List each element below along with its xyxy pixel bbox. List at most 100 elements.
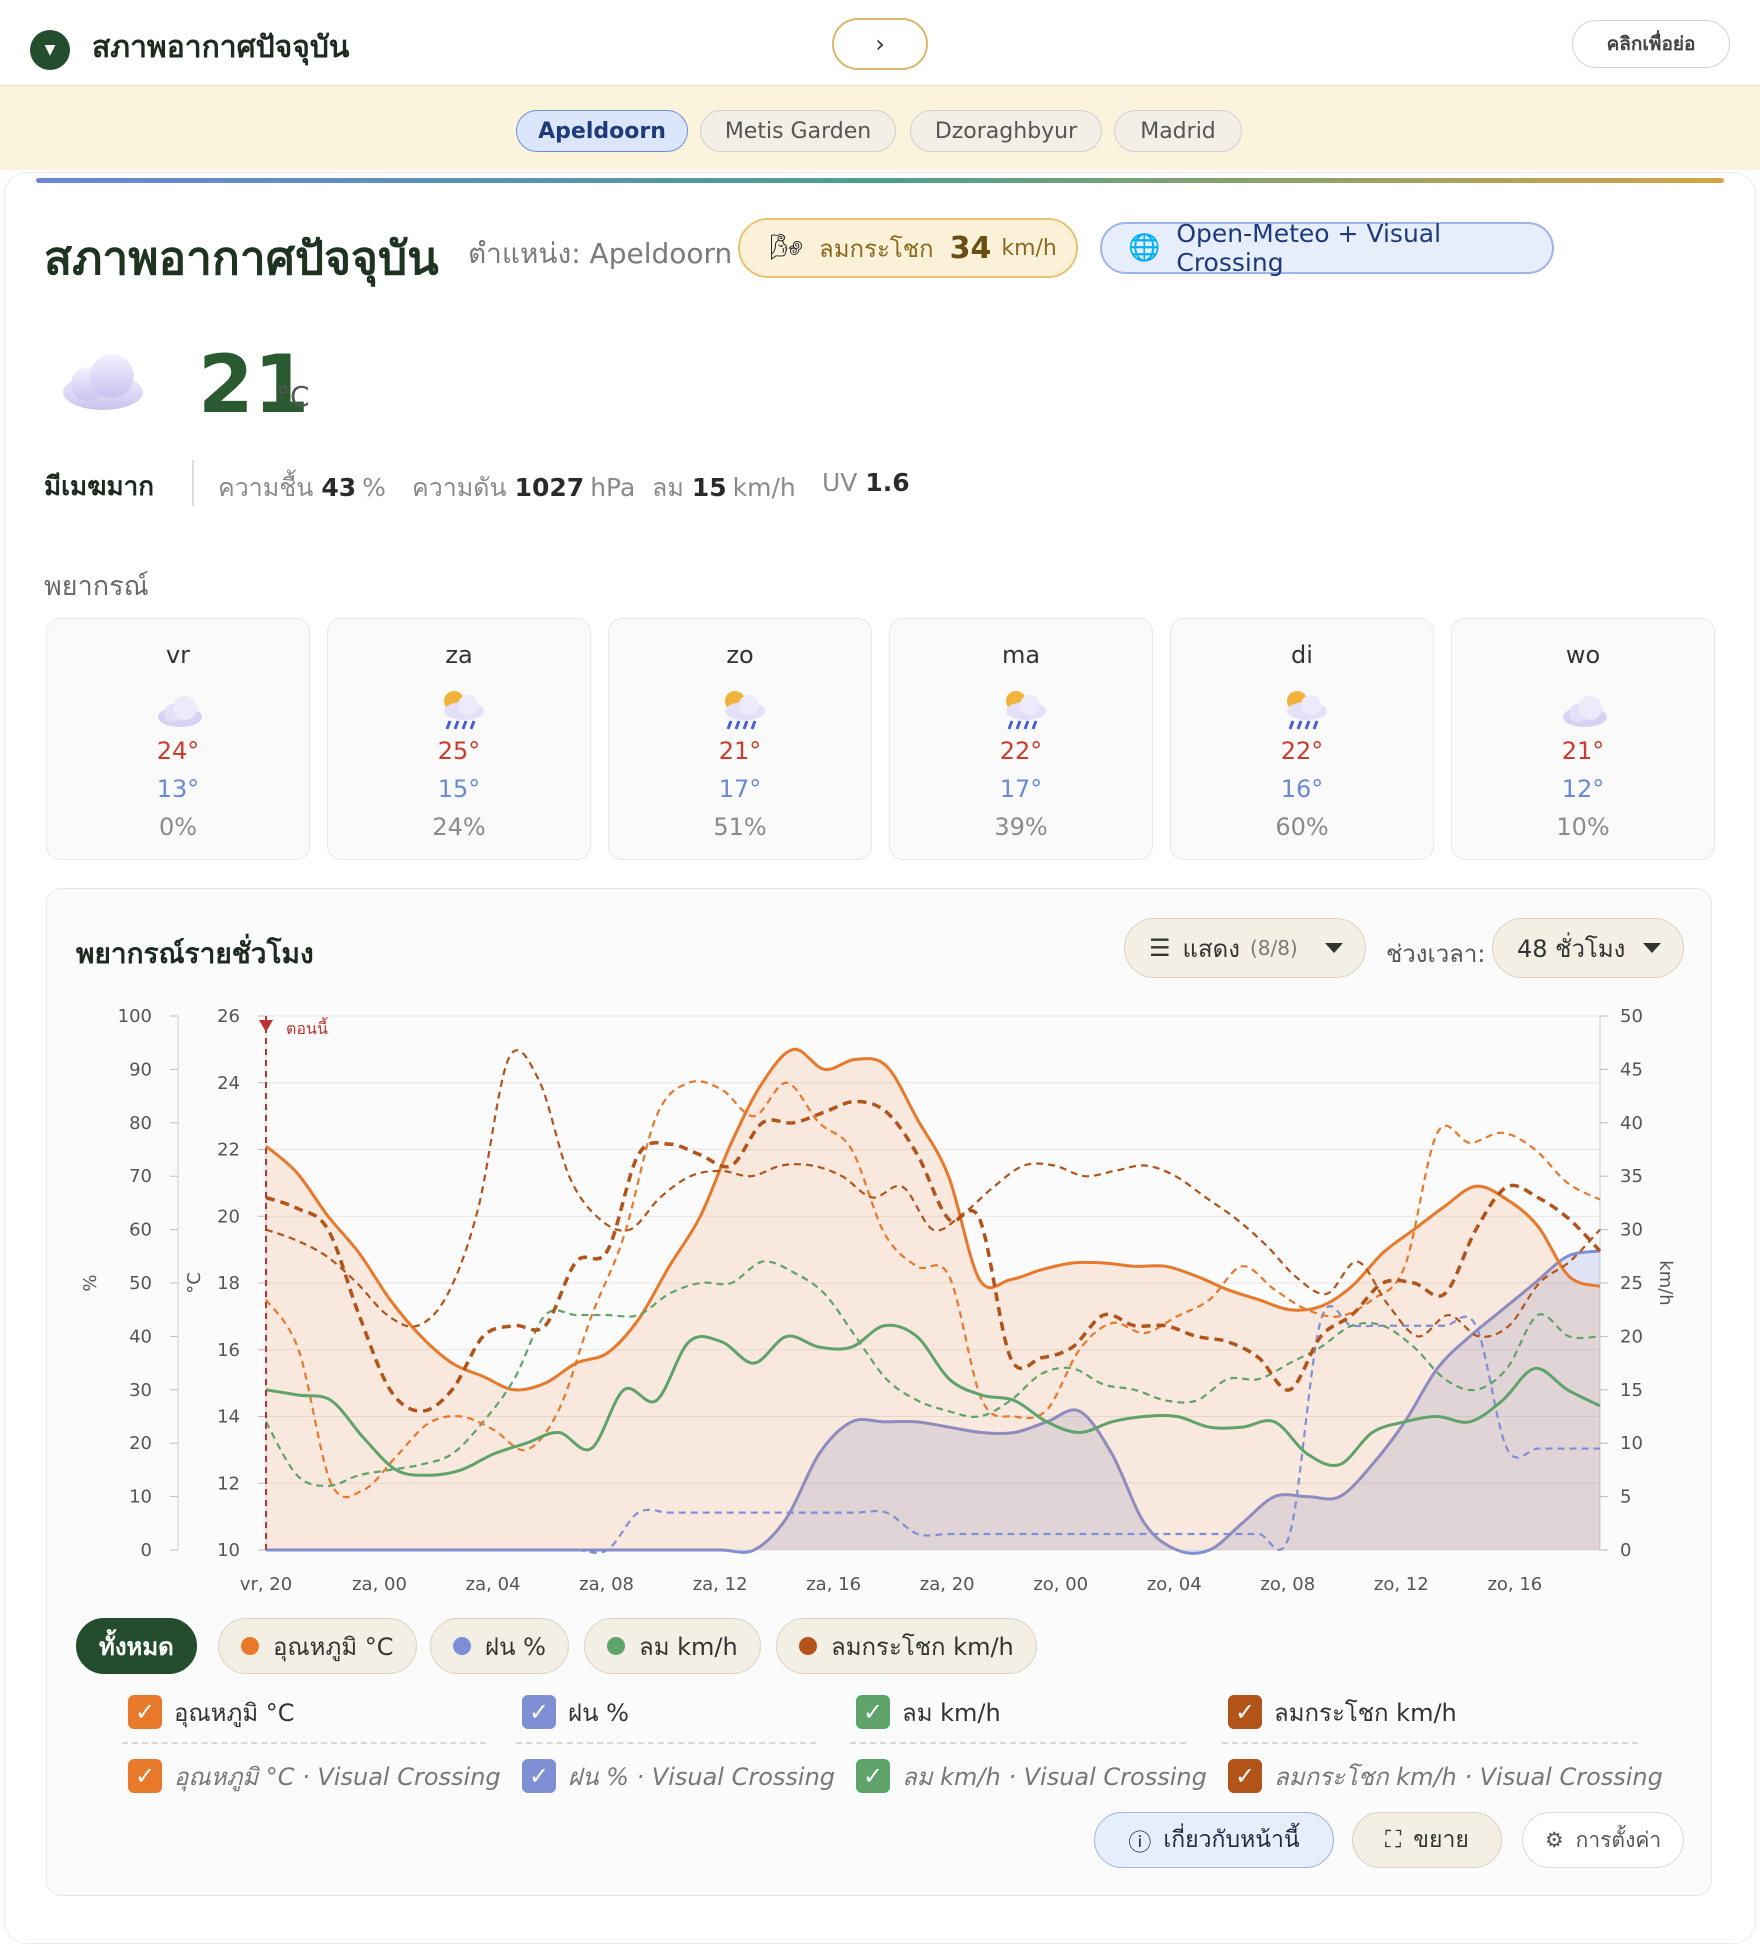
checkbox[interactable]: ✓: [856, 1695, 890, 1729]
x-tick-label: zo, 16: [1487, 1574, 1542, 1595]
high-temp: 21°: [718, 737, 762, 765]
legend-dot: [799, 1637, 817, 1655]
x-tick-label: za, 12: [693, 1574, 748, 1595]
minimize-button[interactable]: คลิกเพื่อย่อ: [1572, 20, 1730, 68]
about-button[interactable]: ⓘ เกี่ยวกับหน้านี้: [1094, 1812, 1334, 1868]
percent-tick-label: 0: [141, 1540, 152, 1561]
series-checkbox-temperature-vc[interactable]: ✓ อุณหภูมิ °C · Visual Crossing: [128, 1756, 501, 1796]
humidity-stat: ความชื้น 43%: [218, 473, 386, 502]
settings-button[interactable]: ⚙ การตั้งค่า: [1522, 1812, 1684, 1868]
top-bar: ▼ สภาพอากาศปัจจุบัน › คลิกเพื่อย่อ: [0, 0, 1760, 86]
kmh-tick-label: 35: [1620, 1166, 1643, 1187]
high-temp: 22°: [1280, 737, 1324, 765]
now-label: ตอนนี้: [286, 1017, 328, 1038]
filter-chip-gust[interactable]: ลมกระโชก km/h: [776, 1618, 1037, 1674]
chevron-down-icon: [1643, 943, 1661, 953]
precip-chance: 39%: [994, 813, 1048, 841]
celsius-tick-label: 12: [217, 1473, 240, 1494]
next-button[interactable]: ›: [832, 18, 928, 70]
x-tick-label: za, 04: [466, 1574, 521, 1595]
percent-tick-label: 20: [129, 1433, 152, 1454]
series-checkbox-wind[interactable]: ✓ ลม km/h: [856, 1692, 1001, 1732]
forecast-day-card: zo 21° 17° 51%: [608, 618, 872, 860]
expand-button[interactable]: ⛶ ขยาย: [1352, 1812, 1502, 1868]
x-tick-label: zo, 08: [1260, 1574, 1315, 1595]
city-tab-bar: Apeldoorn Metis Garden Dzoraghbyur Madri…: [0, 86, 1760, 170]
divider: [192, 460, 194, 506]
high-temp: 25°: [437, 737, 481, 765]
low-temp: 15°: [437, 775, 481, 803]
percent-tick-label: 80: [129, 1113, 152, 1134]
series-checkbox-temperature[interactable]: ✓ อุณหภูมิ °C: [128, 1692, 295, 1732]
precip-chance: 0%: [158, 813, 198, 841]
divider: [850, 1742, 1186, 1744]
sun-rain-icon: [444, 691, 484, 730]
x-tick-label: za, 20: [920, 1574, 975, 1595]
range-dropdown[interactable]: 48 ชั่วโมง: [1492, 918, 1684, 978]
cloud-icon: [63, 354, 143, 410]
city-tab-dzoraghbyur[interactable]: Dzoraghbyur: [910, 110, 1102, 152]
series-checkbox-wind-vc[interactable]: ✓ ลม km/h · Visual Crossing: [856, 1756, 1207, 1796]
uv-stat: UV 1.6: [822, 468, 910, 497]
day-name: ma: [1001, 641, 1041, 669]
checkbox[interactable]: ✓: [856, 1759, 890, 1793]
divider: [1222, 1742, 1638, 1744]
day-name: di: [1291, 641, 1313, 669]
celsius-tick-label: 18: [217, 1273, 240, 1294]
source-badge[interactable]: 🌐 Open-Meteo + Visual Crossing: [1100, 219, 1554, 277]
series-checkbox-gust[interactable]: ✓ ลมกระโชก km/h: [1228, 1692, 1457, 1732]
precip-chance: 10%: [1556, 813, 1610, 841]
checkbox[interactable]: ✓: [128, 1759, 162, 1793]
percent-tick-label: 50: [129, 1273, 152, 1294]
kmh-tick-label: 40: [1620, 1113, 1643, 1134]
checkbox[interactable]: ✓: [128, 1695, 162, 1729]
x-tick-label: za, 08: [579, 1574, 634, 1595]
kmh-tick-label: 50: [1620, 1006, 1643, 1027]
series-checkbox-rain-vc[interactable]: ✓ ฝน % · Visual Crossing: [522, 1756, 835, 1796]
celsius-tick-label: 14: [217, 1407, 240, 1428]
fullscreen-icon: ⛶: [1385, 1827, 1402, 1853]
low-temp: 16°: [1280, 775, 1324, 803]
collapse-toggle-icon[interactable]: ▼: [30, 30, 70, 70]
celsius-tick-label: 16: [217, 1340, 240, 1361]
filter-chip-wind[interactable]: ลม km/h: [584, 1618, 761, 1674]
city-tab-madrid[interactable]: Madrid: [1114, 110, 1242, 152]
series-checkbox-gust-vc[interactable]: ✓ ลมกระโชก km/h · Visual Crossing: [1228, 1756, 1663, 1796]
celsius-tick-label: 10: [217, 1540, 240, 1561]
celsius-tick-label: 26: [217, 1006, 240, 1027]
kmh-tick-label: 45: [1620, 1059, 1643, 1080]
percent-tick-label: 60: [129, 1220, 152, 1241]
low-temp: 12°: [1561, 775, 1605, 803]
filter-chip-temperature[interactable]: อุณหภูมิ °C: [218, 1618, 417, 1674]
series-checkbox-rain[interactable]: ✓ ฝน %: [522, 1692, 629, 1732]
celsius-tick-label: 20: [217, 1206, 240, 1227]
checkbox[interactable]: ✓: [1228, 1695, 1262, 1729]
percent-axis-title: %: [80, 1274, 101, 1291]
gust-label: ลมกระโชก: [819, 234, 934, 263]
legend-dot: [241, 1637, 259, 1655]
city-tab-apeldoorn[interactable]: Apeldoorn: [516, 110, 688, 152]
checkbox[interactable]: ✓: [522, 1695, 556, 1729]
city-tab-metis-garden[interactable]: Metis Garden: [700, 110, 896, 152]
x-tick-label: za, 16: [806, 1574, 861, 1595]
wind-stat: ลม 15 km/h: [652, 473, 796, 502]
filter-chip-all[interactable]: ทั้งหมด: [76, 1618, 197, 1674]
filter-chip-rain[interactable]: ฝน %: [430, 1618, 569, 1674]
percent-tick-label: 100: [118, 1006, 152, 1027]
forecast-day-card: ma 22° 17° 39%: [889, 618, 1153, 860]
checkbox[interactable]: ✓: [522, 1759, 556, 1793]
series-toggle-dropdown[interactable]: ☰ แสดง (8/8): [1124, 918, 1366, 978]
divider: [516, 1742, 816, 1744]
forecast-day-card: za 25° 15° 24%: [327, 618, 591, 860]
high-temp: 22°: [999, 737, 1043, 765]
pressure-stat: ความดัน 1027 hPa: [412, 473, 636, 502]
legend-dot: [607, 1637, 625, 1655]
source-label: Open-Meteo + Visual Crossing: [1176, 219, 1442, 277]
day-name: zo: [726, 641, 754, 669]
x-tick-label: zo, 00: [1033, 1574, 1088, 1595]
legend-dot: [453, 1637, 471, 1655]
forecast-day-card: di 22° 16° 60%: [1170, 618, 1434, 860]
hourly-chart: 0102030405060708090100101214161820222426…: [80, 1006, 1676, 1595]
menu-icon: ☰: [1149, 934, 1171, 962]
checkbox[interactable]: ✓: [1228, 1759, 1262, 1793]
